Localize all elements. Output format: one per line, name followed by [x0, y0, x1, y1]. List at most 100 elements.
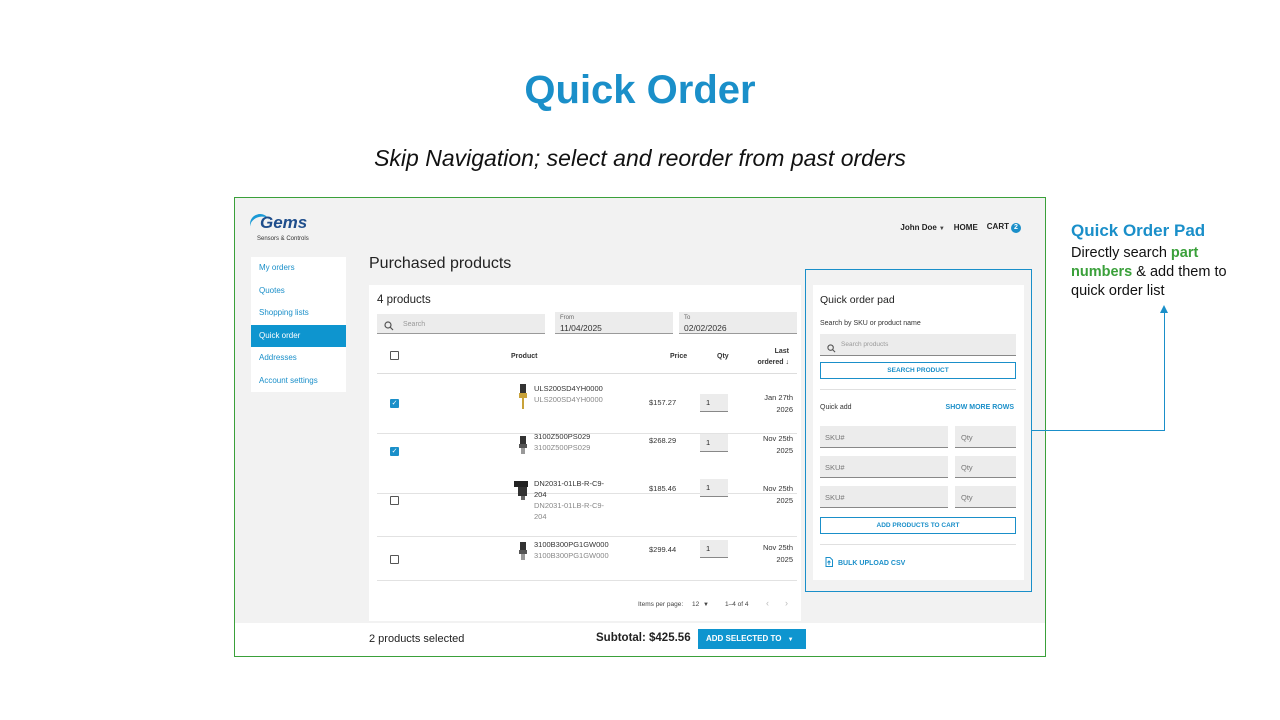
annotation-connector: [1032, 430, 1165, 431]
search-icon: [827, 340, 836, 358]
add-selected-button[interactable]: ADD SELECTED TO ▼: [698, 629, 806, 649]
divider: [820, 544, 1016, 545]
caret-down-icon: ▼: [938, 225, 945, 232]
from-date-field[interactable]: From 11/04/2025: [555, 312, 673, 334]
qty-input[interactable]: 1: [700, 394, 728, 412]
logo-subtext: Sensors & Controls: [257, 236, 309, 242]
user-name: John Doe: [900, 222, 937, 232]
product-image: [514, 481, 528, 500]
qty-input[interactable]: Qty: [955, 486, 1016, 508]
slide-title: Quick Order: [524, 68, 756, 112]
product-image: [519, 542, 527, 560]
product-price: $157.27: [649, 398, 677, 407]
to-label: To: [684, 315, 691, 321]
qty-input[interactable]: 1: [700, 479, 728, 497]
product-sku[interactable]: 3100Z500PS029: [534, 431, 614, 442]
row-checkbox[interactable]: [390, 555, 399, 564]
cart-link[interactable]: CART 2: [987, 222, 1021, 233]
to-date-field[interactable]: To 02/02/2026: [679, 312, 797, 334]
table-row: 3100B300PG1GW000 3100B300PG1GW000 $299.4…: [377, 537, 797, 581]
product-price: $185.46: [649, 484, 677, 493]
product-price: $268.29: [649, 436, 677, 445]
slide-subtitle: Skip Navigation; select and reorder from…: [374, 145, 906, 171]
caret-down-icon: ▼: [787, 637, 794, 643]
product-sku-sub: DN2031-01LB-R-C9-204: [534, 501, 605, 521]
last-ordered-date: Nov 25th 2025: [762, 434, 793, 455]
column-header-product[interactable]: Product: [511, 353, 537, 360]
product-sku-sub: 3100B300PG1GW000: [534, 551, 609, 560]
divider: [820, 389, 1016, 390]
search-placeholder: Search products: [841, 341, 889, 348]
selected-count: 2 products selected: [369, 633, 465, 645]
qty-input[interactable]: Qty: [955, 456, 1016, 478]
column-header-qty[interactable]: Qty: [717, 353, 729, 360]
qty-input[interactable]: 1: [700, 540, 728, 558]
column-header-price[interactable]: Price: [670, 353, 687, 360]
qty-input[interactable]: Qty: [955, 426, 1016, 448]
annotation-title: Quick Order Pad: [1071, 221, 1206, 240]
product-image: [519, 384, 527, 409]
row-checkbox[interactable]: ✓: [390, 447, 399, 456]
table-row: ✓ ULS200SD4YH0000 ULS200SD4YH0000 $157.2…: [377, 374, 797, 434]
cart-count-badge: 2: [1011, 222, 1021, 233]
items-per-page-select[interactable]: 12 ▼: [692, 601, 709, 608]
search-product-button[interactable]: SEARCH PRODUCT: [820, 362, 1016, 379]
product-sku[interactable]: ULS200SD4YH0000: [534, 383, 614, 394]
bulk-upload-csv-link[interactable]: BULK UPLOAD CSV: [825, 557, 905, 569]
sku-input[interactable]: SKU#: [820, 426, 948, 448]
table-row: DN2031-01LB-R-C9-204 DN2031-01LB-R-C9-20…: [377, 477, 797, 537]
annotation-text: Directly search part numbers & add them …: [1071, 244, 1261, 301]
product-sku-sub: 3100Z500PS029: [534, 443, 591, 452]
qty-input[interactable]: 1: [700, 434, 728, 452]
annotation-connector: [1164, 312, 1165, 431]
from-value: 11/04/2025: [560, 323, 602, 333]
home-link[interactable]: HOME: [954, 223, 978, 232]
product-price: $299.44: [649, 545, 677, 554]
selection-bar: 2 products selected Subtotal: $425.56 AD…: [235, 623, 1045, 656]
search-icon: [384, 318, 394, 336]
sidebar-item-account-settings[interactable]: Account settings: [251, 370, 346, 393]
products-count: 4 products: [377, 294, 431, 306]
annotation-text-part1: Directly search: [1071, 245, 1171, 261]
product-sku-sub: ULS200SD4YH0000: [534, 395, 603, 404]
quick-order-search-input[interactable]: Search products: [820, 334, 1016, 356]
purchased-products-card: 4 products Search From 11/04/2025 To 02/…: [369, 285, 801, 621]
subtotal: Subtotal: $425.56: [596, 632, 691, 644]
sidebar-item-my-orders[interactable]: My orders: [251, 257, 346, 280]
user-menu[interactable]: John Doe ▼: [900, 223, 944, 232]
next-page-icon[interactable]: ›: [785, 598, 788, 608]
add-products-to-cart-button[interactable]: ADD PRODUCTS TO CART: [820, 517, 1016, 534]
product-sku[interactable]: DN2031-01LB-R-C9-204: [534, 478, 614, 500]
cart-label: CART: [986, 222, 1009, 231]
sidebar-item-quick-order[interactable]: Quick order: [251, 324, 346, 347]
gems-logo[interactable]: Gems Sensors & Controls: [247, 211, 320, 246]
quick-order-pad: Quick order pad Search by SKU or product…: [813, 285, 1024, 580]
column-header-last-ordered[interactable]: Last ordered ↓: [755, 346, 789, 368]
from-label: From: [560, 315, 574, 321]
items-per-page-value: 12: [692, 601, 700, 608]
logo-text: Gems: [260, 213, 308, 232]
sidebar-item-shopping-lists[interactable]: Shopping lists: [251, 302, 346, 325]
show-more-rows-link[interactable]: SHOW MORE ROWS: [946, 404, 1014, 411]
bulk-upload-label: BULK UPLOAD CSV: [838, 559, 906, 567]
search-label: Search by SKU or product name: [820, 320, 921, 327]
arrow-up-icon: [1160, 305, 1168, 313]
sidebar-item-quotes[interactable]: Quotes: [251, 280, 346, 303]
row-checkbox[interactable]: [390, 496, 399, 505]
product-sku[interactable]: 3100B300PG1GW000: [534, 539, 614, 550]
page-range: 1–4 of 4: [725, 601, 749, 608]
last-ordered-label: Last ordered: [757, 348, 789, 366]
sidebar-item-addresses[interactable]: Addresses: [251, 347, 346, 370]
prev-page-icon[interactable]: ‹: [766, 598, 769, 608]
sort-arrow-icon: ↓: [785, 359, 790, 366]
add-selected-label: ADD SELECTED TO: [706, 634, 782, 643]
product-search-input[interactable]: Search: [377, 314, 545, 334]
row-checkbox[interactable]: ✓: [390, 399, 399, 408]
items-per-page-label: Items per page:: [638, 601, 684, 608]
quick-order-title: Quick order pad: [820, 294, 895, 306]
page-title: Purchased products: [369, 255, 512, 272]
sku-input[interactable]: SKU#: [820, 456, 948, 478]
select-all-checkbox[interactable]: [390, 351, 399, 360]
last-ordered-date: Nov 25th 2025: [762, 484, 793, 505]
sku-input[interactable]: SKU#: [820, 486, 948, 508]
